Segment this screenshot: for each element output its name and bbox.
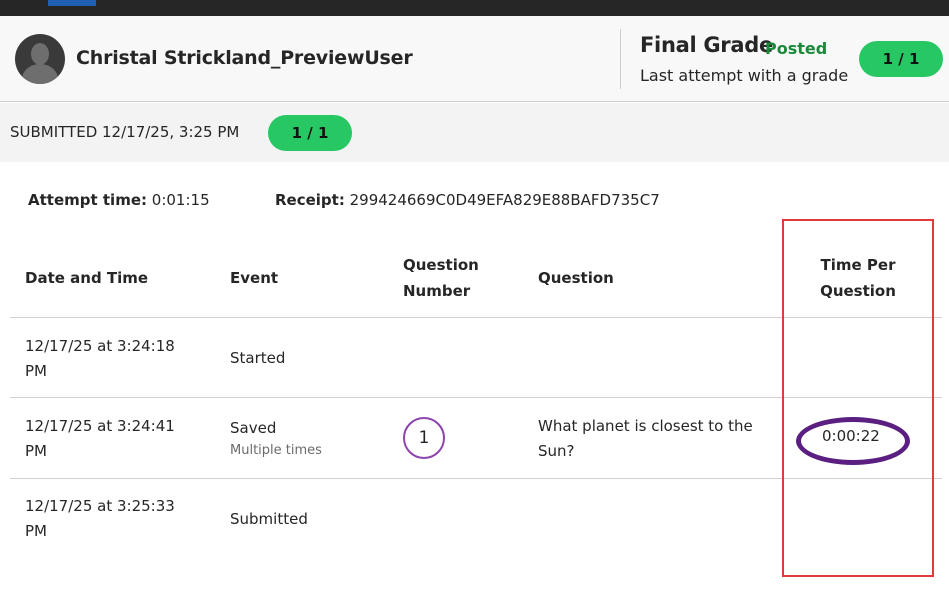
highlight-oval-annotation — [796, 417, 910, 465]
row-2-event-sub: Multiple times — [230, 443, 322, 458]
submission-bar: SUBMITTED 12/17/25, 3:25 PM 1 / 1 — [0, 103, 949, 162]
last-attempt-label: Last attempt with a grade — [640, 66, 849, 85]
row-2-question: What planet is closest to the Sun? — [538, 417, 753, 460]
attempt-grade-pill[interactable]: 1 / 1 — [268, 115, 352, 151]
attempt-time-label: Attempt time: — [28, 191, 147, 209]
row-1-date: 12/17/25 at 3:24:18 PM — [25, 337, 175, 380]
submitted-timestamp: SUBMITTED 12/17/25, 3:25 PM — [10, 123, 240, 141]
row-1-event: Started — [230, 349, 286, 367]
posted-status: Posted — [765, 39, 828, 58]
receipt-value: 299424669C0D49EFA829E88BAFD735C7 — [349, 191, 660, 209]
row-3-event: Submitted — [230, 510, 308, 528]
question-number-badge[interactable]: 1 — [403, 417, 445, 459]
user-avatar-icon — [15, 34, 65, 84]
top-bar — [0, 0, 949, 16]
column-header-event: Event — [230, 269, 279, 287]
final-grade-pill: 1 / 1 — [859, 41, 943, 77]
attempt-time-value: 0:01:15 — [151, 191, 210, 209]
final-grade-label: Final Grade — [640, 33, 773, 57]
receipt: Receipt: 299424669C0D49EFA829E88BAFD735C… — [275, 191, 660, 209]
grade-header: Christal Strickland_PreviewUser Final Gr… — [0, 16, 949, 102]
column-header-question: Question — [538, 269, 614, 287]
receipt-label: Receipt: — [275, 191, 345, 209]
column-header-date: Date and Time — [25, 269, 149, 287]
user-name: Christal Strickland_PreviewUser — [76, 47, 413, 69]
row-3-date: 12/17/25 at 3:25:33 PM — [25, 497, 175, 540]
attempt-time: Attempt time: 0:01:15 — [28, 191, 210, 209]
row-2-date: 12/17/25 at 3:24:41 PM — [25, 417, 175, 460]
active-tab-indicator — [48, 0, 96, 6]
row-2-event: Saved — [230, 419, 277, 437]
header-divider — [620, 29, 621, 89]
highlight-box-annotation — [782, 219, 934, 577]
column-header-question-number: Question Number — [403, 256, 479, 300]
